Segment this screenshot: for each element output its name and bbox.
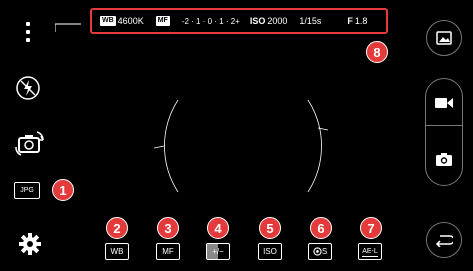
status-ev-scale: -2 · 1 · 0 · 1 · 2+	[182, 17, 240, 26]
shutter-speed-button[interactable]: S	[308, 243, 332, 260]
ev-scale: -2 · 1 · 0 · 1 · 2+	[181, 16, 240, 26]
callout-badge-5: 5	[259, 217, 281, 239]
callout-badge-7: 7	[360, 217, 382, 239]
callout-badge-4: 4	[207, 217, 229, 239]
callout-badge-8: 8	[366, 41, 388, 63]
manual-focus-label: MF	[162, 247, 174, 256]
status-iso: ISO 2000	[250, 16, 288, 26]
gallery-button[interactable]	[426, 20, 462, 56]
shutter-value: 1/15s	[299, 16, 322, 26]
manual-focus-button[interactable]: MF	[156, 243, 180, 260]
manual-settings-status-bar: WB 4600K MF -2 · 1 · 0 · 1 · 2+ ISO 2000…	[90, 8, 388, 34]
ae-lock-button[interactable]: AE-L	[358, 243, 382, 260]
camera-icon	[436, 152, 452, 166]
aperture-label: F	[347, 16, 353, 26]
file-format-label: JPG	[20, 187, 34, 194]
file-format-button[interactable]: JPG	[14, 182, 40, 199]
ae-lock-label: AE-L	[362, 247, 378, 257]
shutter-speed-label: S	[321, 247, 328, 256]
callout-badge-1: 1	[52, 179, 74, 201]
status-aperture: F 1.8	[347, 16, 367, 26]
back-icon	[435, 235, 453, 247]
white-balance-label: WB	[110, 247, 124, 256]
video-icon	[435, 98, 453, 108]
white-balance-button[interactable]: WB	[105, 243, 129, 260]
wb-value: 4600K	[117, 16, 144, 26]
callout-badge-3: 3	[157, 217, 179, 239]
iso-button-label: ISO	[263, 247, 277, 256]
back-button[interactable]	[426, 222, 462, 258]
flash-off-icon[interactable]	[15, 75, 41, 101]
gallery-icon	[436, 31, 452, 45]
video-record-button[interactable]	[426, 85, 462, 121]
aperture-icon	[313, 247, 322, 256]
status-shutter: 1/15s	[299, 16, 321, 26]
mf-tag: MF	[155, 16, 170, 26]
capture-mode-divider	[426, 125, 462, 126]
menu-icon[interactable]	[24, 22, 32, 48]
gear-icon[interactable]	[18, 232, 42, 256]
left-toolbar: JPG	[0, 0, 60, 271]
focus-corner-mark	[55, 23, 81, 32]
iso-label: ISO	[249, 16, 266, 26]
exposure-button[interactable]: +/−	[206, 243, 230, 260]
iso-value: 2000	[267, 16, 288, 26]
camera-swap-icon[interactable]	[15, 130, 45, 156]
focus-frame	[153, 99, 329, 193]
status-wb: WB 4600K	[100, 16, 144, 26]
iso-button[interactable]: ISO	[258, 243, 282, 260]
callout-badge-2: 2	[106, 217, 128, 239]
right-toolbar	[416, 0, 473, 271]
aperture-value: 1.8	[354, 16, 368, 26]
wb-tag: WB	[100, 16, 116, 26]
status-mf: MF	[155, 16, 172, 26]
callout-badge-6: 6	[310, 217, 332, 239]
exposure-label: +/−	[212, 247, 224, 256]
shutter-button[interactable]	[426, 141, 462, 177]
